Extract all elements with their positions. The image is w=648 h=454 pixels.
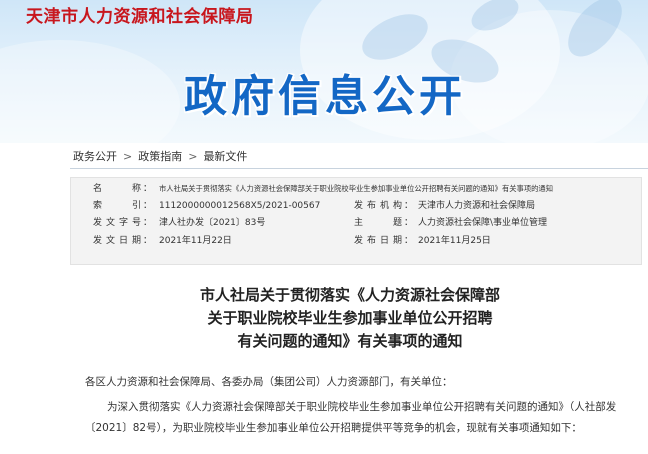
- banner-decoration: [0, 40, 180, 143]
- breadcrumb-separator: >: [188, 150, 198, 163]
- salutation: 各区人力资源和社会保障局、各委办局（集团公司）人力资源部门，有关单位：: [85, 376, 453, 388]
- breadcrumb-item-policy-guide[interactable]: 政策指南: [138, 150, 182, 163]
- header-banner: 天津市人力资源和社会保障局 政府信息公开: [0, 0, 648, 143]
- divider: [70, 168, 648, 169]
- name-label: 名 称: [93, 184, 141, 194]
- colon: ：: [404, 201, 414, 211]
- breadcrumb: 政务公开 > 政策指南 > 最新文件: [73, 148, 247, 164]
- info-row-name: 名 称 ： 市人社局关于贯彻落实《人力资源社会保障部关于职业院校毕业生参加事业单…: [71, 181, 641, 197]
- document-title: 市人社局关于贯彻落实《人力资源社会保障部 关于职业院校毕业生参加事业单位公开招聘…: [150, 284, 550, 353]
- breadcrumb-separator: >: [123, 150, 133, 163]
- index-label: 索 引: [93, 201, 141, 211]
- page-heading: 政府信息公开: [184, 72, 466, 122]
- doc-no-label: 发文字号: [93, 218, 141, 228]
- document-title-line: 市人社局关于贯彻落实《人力资源社会保障部: [199, 286, 500, 304]
- issue-date-label: 发文日期: [93, 236, 141, 246]
- colon: ：: [143, 201, 153, 211]
- info-row-dates: 发文日期 ： 2021年11月22日 发布日期 ： 2021年11月25日: [71, 233, 641, 249]
- publisher-label: 发布机构: [354, 201, 402, 211]
- index-value: 1112000000012568X5/2021-00567: [159, 201, 321, 211]
- breadcrumb-item-latest-docs[interactable]: 最新文件: [203, 150, 247, 163]
- document-info-table: 名 称 ： 市人社局关于贯彻落实《人力资源社会保障部关于职业院校毕业生参加事业单…: [70, 177, 642, 265]
- name-value: 市人社局关于贯彻落实《人力资源社会保障部关于职业院校毕业生参加事业单位公开招聘有…: [159, 184, 554, 193]
- colon: ：: [143, 236, 153, 246]
- info-row-doc-no: 发文字号 ： 津人社办发〔2021〕83号 主 题 ： 人力资源社会保障\事业单…: [71, 215, 641, 231]
- doc-no-value: 津人社办发〔2021〕83号: [159, 218, 266, 228]
- body-paragraph: 为深入贯彻落实《人力资源社会保障部关于职业院校毕业生参加事业单位公开招聘有关问题…: [85, 401, 617, 434]
- issue-date-value: 2021年11月22日: [159, 236, 232, 246]
- document-title-line: 关于职业院校毕业生参加事业单位公开招聘: [207, 309, 493, 327]
- colon: ：: [404, 236, 414, 246]
- colon: ：: [143, 218, 153, 228]
- topic-label: 主 题: [354, 218, 402, 228]
- publisher-value: 天津市人力资源和社会保障局: [418, 201, 536, 211]
- info-row-index: 索 引 ： 1112000000012568X5/2021-00567 发布机构…: [71, 198, 641, 214]
- pub-date-label: 发布日期: [354, 236, 402, 246]
- colon: ：: [143, 184, 153, 194]
- colon: ：: [404, 218, 414, 228]
- site-title[interactable]: 天津市人力资源和社会保障局: [26, 2, 254, 27]
- pub-date-value: 2021年11月25日: [418, 236, 491, 246]
- topic-value: 人力资源社会保障\事业单位管理: [418, 218, 548, 228]
- document-title-line: 有关问题的通知》有关事项的通知: [237, 332, 463, 350]
- breadcrumb-item-gov-affairs[interactable]: 政务公开: [73, 150, 117, 163]
